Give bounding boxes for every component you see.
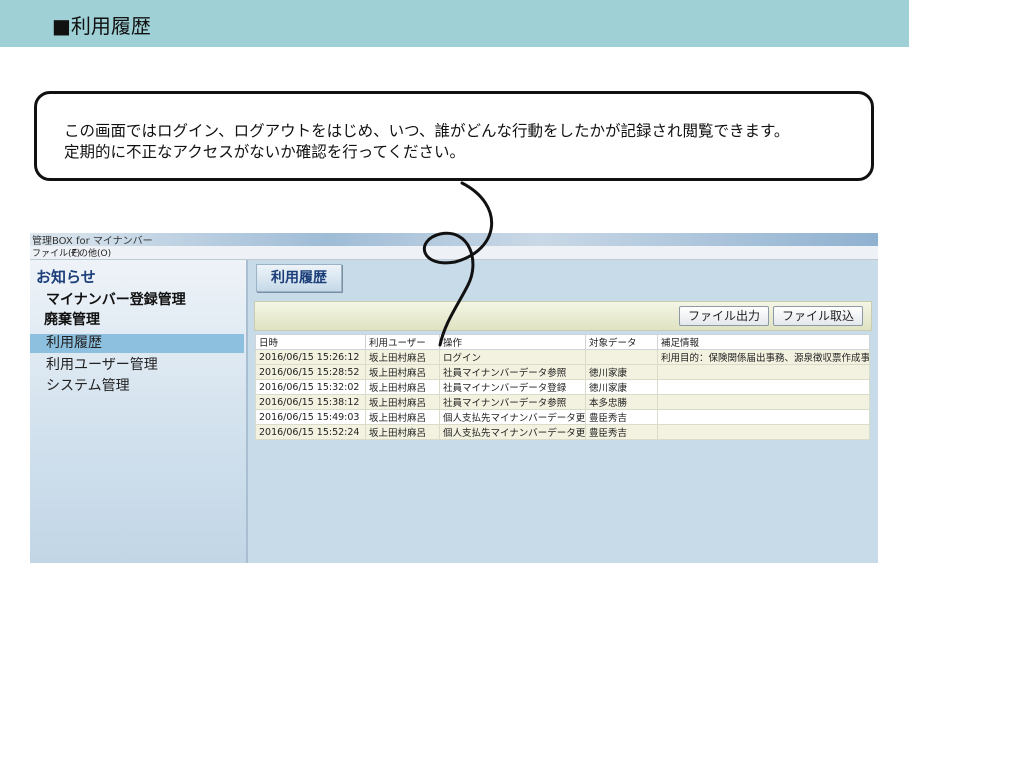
- speech-bubble-tail: [422, 181, 493, 347]
